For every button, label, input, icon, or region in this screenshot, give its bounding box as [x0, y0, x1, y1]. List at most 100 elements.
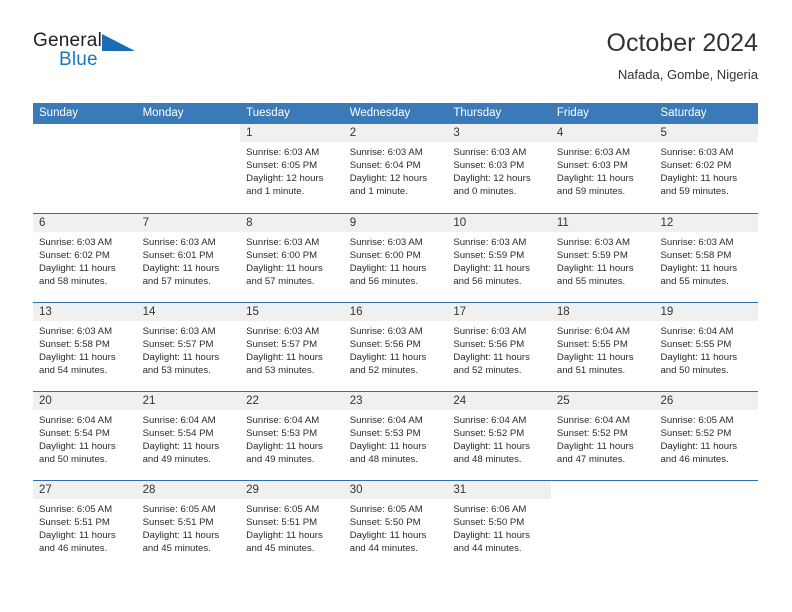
- calendar-day-cell[interactable]: 5 Sunrise: 6:03 AM Sunset: 6:02 PM Daylight…: [654, 124, 759, 213]
- day-details: Sunrise: 6:03 AM Sunset: 5:58 PM Daylight:…: [33, 321, 137, 377]
- day-number: 12: [654, 214, 759, 232]
- day-number: 17: [447, 303, 551, 321]
- day-details: Sunrise: 6:03 AM Sunset: 6:00 PM Daylight:…: [240, 232, 344, 288]
- sunrise-text: Sunrise: 6:03 AM: [142, 326, 216, 337]
- calendar-day-cell[interactable]: 14 Sunrise: 6:03 AM Sunset: 5:57 PM Dayligh…: [136, 303, 241, 391]
- sunrise-text: Sunrise: 6:06 AM: [453, 504, 527, 515]
- calendar-day-cell[interactable]: 27 Sunrise: 6:05 AM Sunset: 5:51 PM Dayligh…: [33, 481, 137, 569]
- calendar-day-cell[interactable]: 29 Sunrise: 6:05 AM Sunset: 5:51 PM Dayligh…: [240, 481, 344, 569]
- sunset-text: Sunset: 5:57 PM: [142, 339, 214, 351]
- sunset-text: Sunset: 5:55 PM: [660, 339, 732, 351]
- sunset-text: Sunset: 5:51 PM: [142, 517, 214, 529]
- daylight-text: Daylight: 11 hours and 51 minutes.: [556, 352, 634, 377]
- calendar-day-cell[interactable]: 11 Sunrise: 6:03 AM Sunset: 5:59 PM Dayligh…: [550, 214, 655, 302]
- day-header-thursday: Thursday: [453, 107, 502, 119]
- calendar-day-cell[interactable]: 21 Sunrise: 6:04 AM Sunset: 5:54 PM Dayligh…: [136, 392, 241, 480]
- calendar-day-cell[interactable]: 17 Sunrise: 6:03 AM Sunset: 5:56 PM Dayligh…: [447, 303, 551, 391]
- sunrise-text: Sunrise: 6:04 AM: [246, 415, 320, 426]
- day-number: 7: [136, 214, 241, 232]
- sunrise-text: Sunrise: 6:05 AM: [39, 504, 113, 515]
- day-of-week-header-row: Sunday Monday Tuesday Wednesday Thursday Frid…: [33, 103, 758, 124]
- logo-text-blue: Blue: [59, 49, 98, 70]
- sunset-text: Sunset: 5:56 PM: [453, 339, 525, 351]
- calendar-day-cell[interactable]: 8 Sunrise: 6:03 AM Sunset: 6:00 PM Daylight…: [240, 214, 344, 302]
- calendar-day-cell[interactable]: 20 Sunrise: 6:04 AM Sunset: 5:54 PM Dayligh…: [33, 392, 137, 480]
- calendar-day-cell[interactable]: 1 Sunrise: 6:03 AM Sunset: 6:05 PM Daylight…: [240, 124, 344, 213]
- sunrise-text: Sunrise: 6:03 AM: [39, 237, 113, 248]
- day-details: Sunrise: 6:04 AM Sunset: 5:55 PM Daylight:…: [654, 321, 758, 377]
- sunset-text: Sunset: 5:52 PM: [556, 428, 628, 440]
- day-number: 20: [33, 392, 137, 410]
- calendar-day-cell[interactable]: 18 Sunrise: 6:04 AM Sunset: 5:55 PM Dayligh…: [550, 303, 655, 391]
- sunset-text: Sunset: 5:53 PM: [246, 428, 318, 440]
- calendar-day-cell[interactable]: 25 Sunrise: 6:04 AM Sunset: 5:52 PM Dayligh…: [550, 392, 655, 480]
- sunrise-text: Sunrise: 6:04 AM: [142, 415, 216, 426]
- day-details: Sunrise: 6:04 AM Sunset: 5:55 PM Daylight:…: [551, 321, 655, 377]
- calendar-day-cell[interactable]: 22 Sunrise: 6:04 AM Sunset: 5:53 PM Dayligh…: [240, 392, 344, 480]
- calendar-day-cell[interactable]: 28 Sunrise: 6:05 AM Sunset: 5:51 PM Dayligh…: [136, 481, 241, 569]
- sunset-text: Sunset: 5:59 PM: [453, 250, 525, 262]
- calendar-week-row: 27 Sunrise: 6:05 AM Sunset: 5:51 PM Dayligh…: [33, 480, 759, 569]
- sunrise-text: Sunrise: 6:04 AM: [660, 326, 734, 337]
- day-details: Sunrise: 6:03 AM Sunset: 5:56 PM Daylight:…: [447, 321, 551, 377]
- day-number: 16: [343, 303, 448, 321]
- calendar-day-cell[interactable]: 4 Sunrise: 6:03 AM Sunset: 6:03 PM Daylight…: [550, 124, 655, 213]
- day-number: [654, 481, 758, 499]
- calendar-day-cell[interactable]: 9 Sunrise: 6:03 AM Sunset: 6:00 PM Daylight…: [343, 214, 448, 302]
- day-details: Sunrise: 6:05 AM Sunset: 5:52 PM Daylight:…: [654, 410, 758, 466]
- day-details: Sunrise: 6:03 AM Sunset: 5:59 PM Daylight:…: [551, 232, 655, 288]
- calendar-day-cell[interactable]: 12 Sunrise: 6:03 AM Sunset: 5:58 PM Dayligh…: [654, 214, 759, 302]
- day-number: 19: [654, 303, 759, 321]
- sunset-text: Sunset: 6:01 PM: [142, 250, 214, 262]
- sunrise-text: Sunrise: 6:03 AM: [556, 237, 630, 248]
- day-header-sunday: Sunday: [39, 107, 79, 119]
- sunrise-text: Sunrise: 6:04 AM: [39, 415, 113, 426]
- sunset-text: Sunset: 6:05 PM: [246, 160, 318, 172]
- page-header: General Blue October 2024 Nafada, Gombe,…: [33, 28, 758, 94]
- calendar-day-cell-empty: [33, 124, 137, 213]
- calendar-day-cell[interactable]: 13 Sunrise: 6:03 AM Sunset: 5:58 PM Dayligh…: [33, 303, 137, 391]
- calendar-day-cell[interactable]: 7 Sunrise: 6:03 AM Sunset: 6:01 PM Daylight…: [136, 214, 241, 302]
- sunrise-text: Sunrise: 6:05 AM: [246, 504, 320, 515]
- sunrise-text: Sunrise: 6:04 AM: [453, 415, 527, 426]
- sunrise-text: Sunrise: 6:03 AM: [556, 147, 630, 158]
- calendar-day-cell[interactable]: 10 Sunrise: 6:03 AM Sunset: 5:59 PM Dayligh…: [447, 214, 551, 302]
- calendar-day-cell[interactable]: 30 Sunrise: 6:05 AM Sunset: 5:50 PM Dayligh…: [343, 481, 448, 569]
- day-details: Sunrise: 6:03 AM Sunset: 5:58 PM Daylight:…: [654, 232, 758, 288]
- calendar-day-cell[interactable]: 23 Sunrise: 6:04 AM Sunset: 5:53 PM Dayligh…: [343, 392, 448, 480]
- day-number: 4: [550, 124, 655, 142]
- day-number: 2: [343, 124, 448, 142]
- day-details: Sunrise: 6:03 AM Sunset: 5:56 PM Daylight:…: [344, 321, 448, 377]
- sunrise-text: Sunrise: 6:03 AM: [660, 147, 734, 158]
- day-number: 8: [240, 214, 344, 232]
- day-number: 5: [654, 124, 759, 142]
- calendar-day-cell[interactable]: 26 Sunrise: 6:05 AM Sunset: 5:52 PM Dayligh…: [654, 392, 759, 480]
- daylight-text: Daylight: 11 hours and 56 minutes.: [349, 263, 427, 288]
- general-blue-logo[interactable]: General Blue: [33, 30, 153, 82]
- sunset-text: Sunset: 5:53 PM: [349, 428, 421, 440]
- triangle-icon: [102, 34, 135, 51]
- calendar-day-cell[interactable]: 31 Sunrise: 6:06 AM Sunset: 5:50 PM Dayligh…: [447, 481, 551, 569]
- calendar-day-cell[interactable]: 24 Sunrise: 6:04 AM Sunset: 5:52 PM Dayligh…: [447, 392, 551, 480]
- sunrise-text: Sunrise: 6:03 AM: [453, 326, 527, 337]
- day-details: Sunrise: 6:04 AM Sunset: 5:52 PM Daylight:…: [551, 410, 655, 466]
- calendar-day-cell[interactable]: 19 Sunrise: 6:04 AM Sunset: 5:55 PM Dayligh…: [654, 303, 759, 391]
- day-number: 21: [136, 392, 241, 410]
- calendar-day-cell[interactable]: 6 Sunrise: 6:03 AM Sunset: 6:02 PM Daylight…: [33, 214, 137, 302]
- sunset-text: Sunset: 6:04 PM: [349, 160, 421, 172]
- calendar-day-cell[interactable]: 15 Sunrise: 6:03 AM Sunset: 5:57 PM Dayligh…: [240, 303, 344, 391]
- day-details: Sunrise: 6:04 AM Sunset: 5:53 PM Daylight:…: [344, 410, 448, 466]
- sunrise-text: Sunrise: 6:03 AM: [246, 147, 320, 158]
- calendar-day-cell[interactable]: 3 Sunrise: 6:03 AM Sunset: 6:03 PM Daylight…: [447, 124, 551, 213]
- day-details: Sunrise: 6:04 AM Sunset: 5:52 PM Daylight:…: [447, 410, 551, 466]
- daylight-text: Daylight: 11 hours and 49 minutes.: [142, 441, 220, 466]
- day-number: 29: [240, 481, 344, 499]
- daylight-text: Daylight: 11 hours and 46 minutes.: [660, 441, 738, 466]
- calendar-day-cell[interactable]: 2 Sunrise: 6:03 AM Sunset: 6:04 PM Daylight…: [343, 124, 448, 213]
- sunrise-text: Sunrise: 6:04 AM: [556, 326, 630, 337]
- day-header-friday: Friday: [556, 107, 589, 119]
- day-number: 30: [343, 481, 448, 499]
- calendar-day-cell[interactable]: 16 Sunrise: 6:03 AM Sunset: 5:56 PM Dayligh…: [343, 303, 448, 391]
- daylight-text: Daylight: 11 hours and 52 minutes.: [349, 352, 427, 377]
- sunset-text: Sunset: 5:56 PM: [349, 339, 421, 351]
